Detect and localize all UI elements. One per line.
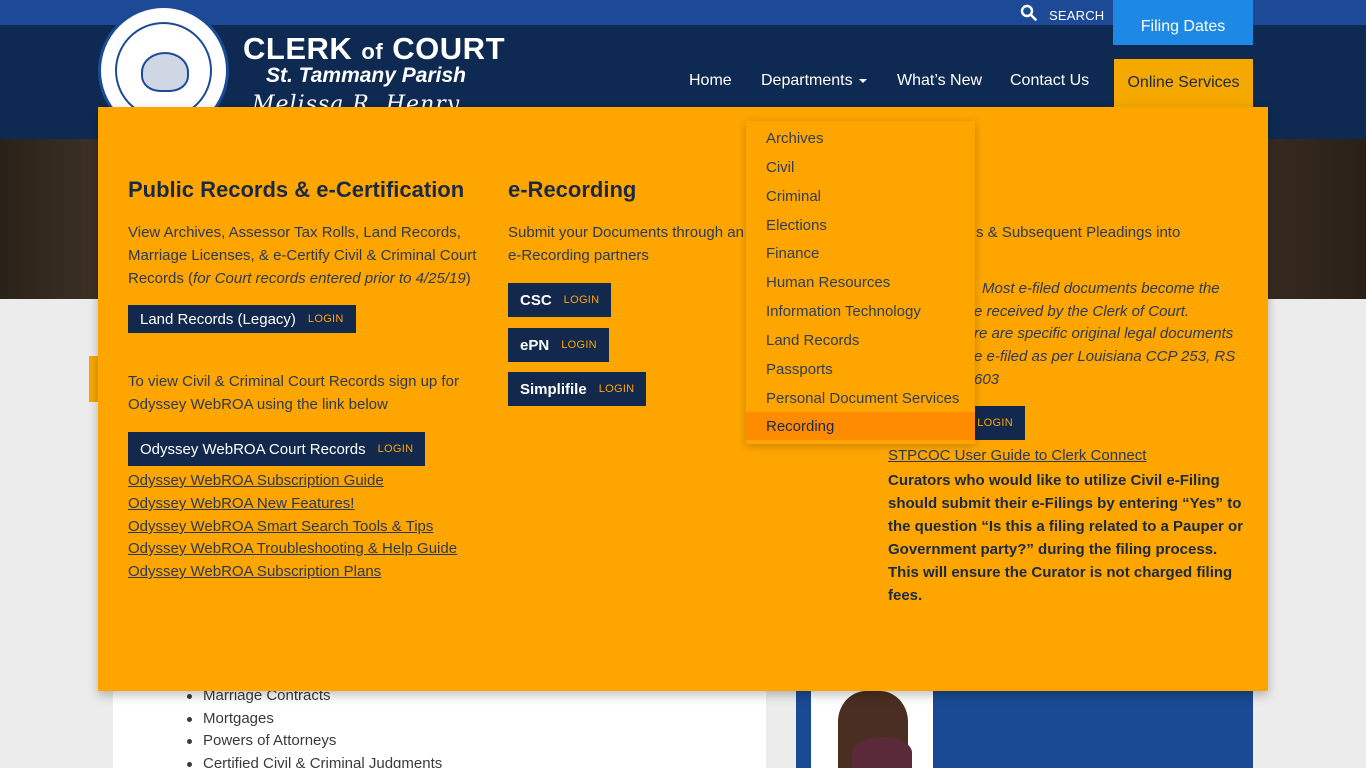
e-filing-italic-1: Most e-filed documents become the <box>982 280 1220 297</box>
curators-note: Curators who would like to utilize Civil… <box>888 472 1244 604</box>
dept-item-information-technology[interactable]: Information Technology <box>746 297 975 325</box>
search-icon <box>1020 4 1037 26</box>
list-item: Powers of Attorneys <box>186 730 442 753</box>
title-of: of <box>361 39 384 64</box>
dept-item-elections[interactable]: Elections <box>746 211 975 239</box>
caret-down-icon <box>858 78 867 83</box>
search-label: SEARCH <box>1049 7 1105 23</box>
list-item: Certified Civil & Criminal Judgments <box>186 753 442 768</box>
clerk-connect-guide-link[interactable]: STPCOC User Guide to Clerk Connect <box>888 447 1146 464</box>
search-link[interactable]: SEARCH <box>1020 4 1104 26</box>
simplifile-label: Simplifile <box>520 380 587 398</box>
public-records-note: for Court records entered prior to 4/25/… <box>193 270 466 287</box>
dept-item-archives[interactable]: Archives <box>746 124 975 152</box>
title-clerk: CLERK <box>243 31 353 66</box>
login-label: LOGIN <box>307 313 344 325</box>
departments-dropdown: Archives Civil Criminal Elections Financ… <box>746 121 975 444</box>
dept-item-finance[interactable]: Finance <box>746 239 975 267</box>
pelican-emblem-icon <box>141 52 189 92</box>
simplifile-login-button[interactable]: Simplifile LOGIN <box>508 372 647 406</box>
dept-item-human-resources[interactable]: Human Resources <box>746 268 975 296</box>
public-records-title: Public Records & e-Certification <box>128 177 465 202</box>
csc-login-button[interactable]: CSC LOGIN <box>508 283 612 317</box>
list-item: Mortgages <box>186 708 442 731</box>
odyssey-subscription-plans-link[interactable]: Odyssey WebROA Subscription Plans <box>128 563 381 580</box>
title-court: COURT <box>392 31 506 66</box>
dept-item-personal-document-services[interactable]: Personal Document Services <box>746 384 975 412</box>
public-records-description: View Archives, Assessor Tax Rolls, Land … <box>128 221 478 290</box>
odyssey-description: To view Civil & Criminal Court Records s… <box>128 373 459 413</box>
login-label: LOGIN <box>977 417 1013 429</box>
document-type-list: Marriage Contracts Mortgages Powers of A… <box>186 685 442 768</box>
nav-home[interactable]: Home <box>689 72 732 90</box>
dept-item-land-records[interactable]: Land Records <box>746 326 975 354</box>
login-label: LOGIN <box>561 339 597 351</box>
nav-departments[interactable]: Departments <box>761 72 867 90</box>
e-filing-italic-3: re are specific original legal documents <box>974 325 1234 342</box>
login-label: LOGIN <box>563 294 600 306</box>
land-records-label: Land Records (Legacy) <box>140 310 296 328</box>
dept-item-criminal[interactable]: Criminal <box>746 182 975 210</box>
site-subtitle: St. Tammany Parish <box>266 64 466 87</box>
odyssey-new-features-link[interactable]: Odyssey WebROA New Features! <box>128 495 354 512</box>
e-filing-description: s & Subsequent Pleadings into <box>976 224 1181 241</box>
nav-contact[interactable]: Contact Us <box>1010 72 1089 90</box>
online-services-mega-menu: Public Records & e-Certification View Ar… <box>98 107 1268 691</box>
odyssey-troubleshooting-link[interactable]: Odyssey WebROA Troubleshooting & Help Gu… <box>128 540 457 557</box>
login-label: LOGIN <box>377 443 414 455</box>
seal-inner-ring <box>115 22 212 119</box>
filing-dates-button[interactable]: Filing Dates <box>1113 0 1253 45</box>
epn-login-button[interactable]: ePN LOGIN <box>508 328 609 362</box>
csc-label: CSC <box>520 291 552 309</box>
dept-item-recording[interactable]: Recording <box>746 412 975 440</box>
nav-online-services[interactable]: Online Services <box>1114 59 1253 107</box>
odyssey-subscription-guide-link[interactable]: Odyssey WebROA Subscription Guide <box>128 472 384 489</box>
odyssey-smart-search-link[interactable]: Odyssey WebROA Smart Search Tools & Tips <box>128 518 433 535</box>
odyssey-button-label: Odyssey WebROA Court Records <box>140 440 366 458</box>
nav-whats-new[interactable]: What’s New <box>897 72 982 90</box>
clerk-photo-body <box>852 737 912 768</box>
e-filing-italic-2: e received by the Clerk of Court. <box>974 303 1190 320</box>
land-records-legacy-button[interactable]: Land Records (Legacy) LOGIN <box>128 305 356 333</box>
login-label: LOGIN <box>598 383 635 395</box>
dept-item-passports[interactable]: Passports <box>746 355 975 383</box>
epn-label: ePN <box>520 336 550 354</box>
e-recording-title: e-Recording <box>508 177 637 202</box>
e-filing-italic-5: 603 <box>974 371 1000 388</box>
e-recording-line-2: e-Recording partners <box>508 247 649 264</box>
e-recording-line-1: Submit your Documents through an <box>508 224 744 241</box>
nav-departments-label: Departments <box>761 72 853 89</box>
public-records-paren: ) <box>465 270 471 287</box>
odyssey-court-records-button[interactable]: Odyssey WebROA Court Records LOGIN <box>128 432 426 466</box>
e-filing-italic-4: e e-filed as per Louisiana CCP 253, RS <box>974 348 1236 365</box>
e-recording-description: Submit your Documents through an e-Recor… <box>508 221 748 267</box>
site-title[interactable]: CLERK of COURT <box>243 31 505 67</box>
dept-item-civil[interactable]: Civil <box>746 153 975 181</box>
